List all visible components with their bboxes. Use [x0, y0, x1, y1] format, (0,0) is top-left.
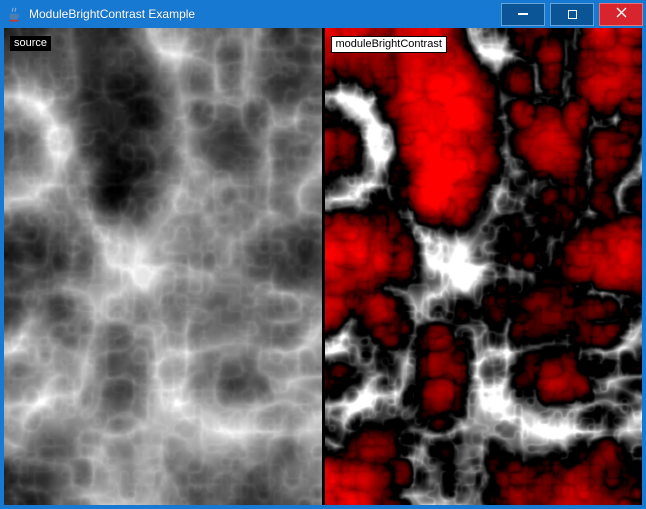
window-controls — [501, 3, 643, 26]
maximize-button[interactable] — [550, 3, 594, 26]
source-image — [4, 28, 322, 505]
content-area: source moduleBrightContrast — [4, 28, 642, 505]
source-label: source — [10, 36, 51, 51]
panel-source: source — [4, 28, 322, 505]
java-coffee-icon[interactable] — [7, 7, 22, 22]
result-label: moduleBrightContrast — [331, 36, 447, 53]
minimize-button[interactable] — [501, 3, 545, 26]
result-image — [325, 28, 643, 505]
close-button[interactable] — [599, 3, 643, 26]
panel-result: moduleBrightContrast — [325, 28, 643, 505]
app-window: ModuleBrightContrast Example source — [0, 0, 646, 509]
close-icon — [616, 5, 627, 23]
titlebar[interactable]: ModuleBrightContrast Example — [0, 0, 646, 28]
minimize-icon — [518, 13, 528, 15]
maximize-icon — [568, 10, 577, 19]
window-title: ModuleBrightContrast Example — [29, 7, 195, 21]
